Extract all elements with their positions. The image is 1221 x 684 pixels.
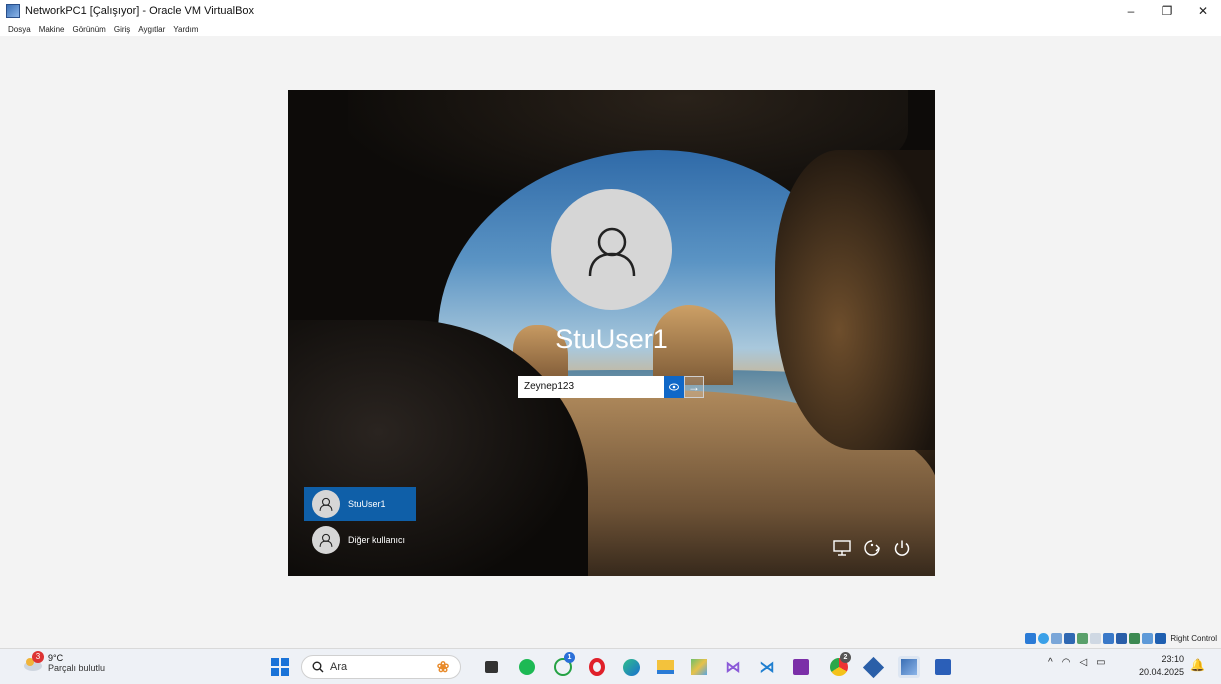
- login-bottom-icons: [827, 537, 917, 559]
- search-icon: [312, 661, 324, 673]
- spotify-icon[interactable]: [516, 656, 538, 678]
- user-avatar-large: [551, 189, 672, 310]
- optical-drive-icon[interactable]: [1038, 632, 1050, 644]
- menu-giris[interactable]: Giriş: [114, 25, 130, 34]
- start-tile: [281, 658, 289, 666]
- battery-icon[interactable]: ▭: [1096, 657, 1105, 668]
- menubar: Dosya Makine Görünüm Giriş Aygıtlar Yard…: [0, 22, 1221, 36]
- taskbar-clock[interactable]: 23:10 20.04.2025: [1136, 653, 1184, 679]
- network-icon[interactable]: [827, 537, 857, 559]
- onenote-icon[interactable]: [790, 656, 812, 678]
- submit-button[interactable]: →: [684, 376, 704, 398]
- word-icon[interactable]: [932, 656, 954, 678]
- weather-badge: 3: [32, 651, 44, 663]
- host-key-label: Right Control: [1170, 633, 1217, 643]
- window-titlebar: NetworkPC1 [Çalışıyor] - Oracle VM Virtu…: [0, 0, 1221, 22]
- edge-icon[interactable]: [620, 656, 642, 678]
- system-tray: ^ ◠ ◁ ▭: [1048, 657, 1115, 668]
- menu-dosya[interactable]: Dosya: [8, 25, 31, 34]
- hard-disk-icon[interactable]: [1025, 632, 1037, 644]
- restore-button[interactable]: ❐: [1149, 0, 1185, 22]
- shared-folders-icon[interactable]: [1090, 632, 1102, 644]
- chevron-up-icon[interactable]: ^: [1048, 657, 1053, 668]
- user-tile-label: Diğer kullanıcı: [348, 535, 406, 545]
- vscode-icon[interactable]: ⋊: [756, 656, 778, 678]
- start-tile: [281, 668, 289, 676]
- chrome-icon[interactable]: 2: [828, 652, 851, 678]
- user-tile-other-user[interactable]: Diğer kullanıcı: [304, 523, 416, 557]
- weather-condition: Parçalı bulutlu: [48, 663, 106, 673]
- user-tile-stuuser1[interactable]: StuUser1: [304, 487, 416, 521]
- window-controls: – ❐ ✕: [1113, 0, 1221, 22]
- vm-status-bar: Right Control: [1025, 630, 1217, 646]
- accessibility-icon[interactable]: [857, 537, 887, 559]
- virtualbox-app-icon[interactable]: [862, 656, 884, 678]
- weather-temp: 9°C: [48, 653, 64, 663]
- user-tile-label: StuUser1: [348, 499, 386, 509]
- reveal-password-button[interactable]: [664, 376, 684, 398]
- notification-bell-icon[interactable]: 🔔: [1190, 658, 1205, 672]
- search-placeholder: Ara: [330, 661, 348, 673]
- whatsapp-icon[interactable]: 1: [552, 652, 575, 678]
- network-adapter-icon[interactable]: [1064, 632, 1076, 644]
- cpu-icon[interactable]: [1129, 632, 1141, 644]
- start-tile: [271, 658, 279, 666]
- clock-date: 20.04.2025: [1138, 667, 1184, 677]
- weather-icon: 3: [22, 651, 44, 673]
- menu-yardim[interactable]: Yardım: [173, 25, 198, 34]
- weather-widget[interactable]: 3 9°C Parçalı bulutlu: [22, 651, 106, 673]
- window-title: NetworkPC1 [Çalışıyor] - Oracle VM Virtu…: [25, 5, 255, 17]
- user-avatar-icon: [312, 526, 340, 554]
- audio-icon[interactable]: [1051, 632, 1063, 644]
- chrome-badge: 2: [840, 652, 851, 663]
- networkpc1-vm-icon[interactable]: [898, 656, 920, 678]
- clock-time: 23:10: [1161, 654, 1184, 664]
- eye-icon: [669, 383, 679, 391]
- wifi-icon[interactable]: ◠: [1062, 657, 1071, 668]
- visual-studio-icon[interactable]: ⋈: [722, 656, 744, 678]
- display-icon[interactable]: [1103, 632, 1115, 644]
- photos-icon[interactable]: [688, 656, 710, 678]
- menu-gorunum[interactable]: Görünüm: [72, 25, 105, 34]
- start-tile: [271, 668, 279, 676]
- file-explorer-icon[interactable]: [654, 656, 676, 678]
- minimize-button[interactable]: –: [1113, 0, 1149, 22]
- user-silhouette-icon: [588, 227, 635, 276]
- opera-icon[interactable]: [586, 656, 608, 678]
- menu-makine[interactable]: Makine: [39, 25, 65, 34]
- virtualbox-icon: [6, 4, 20, 18]
- recording-icon[interactable]: [1116, 632, 1128, 644]
- close-button[interactable]: ✕: [1185, 0, 1221, 22]
- user-avatar-icon: [312, 490, 340, 518]
- login-username: StuUser1: [555, 324, 668, 354]
- task-view-icon[interactable]: [480, 656, 502, 678]
- widgets-app-icon[interactable]: ❀: [432, 656, 454, 678]
- power-icon[interactable]: [887, 537, 917, 559]
- speaker-icon[interactable]: ◁: [1079, 657, 1087, 668]
- usb-icon[interactable]: [1077, 632, 1089, 644]
- taskbar: 3 9°C Parçalı bulutlu Ara ❀ 1 ⋈ ⋊ 2 ^ ◠ …: [0, 648, 1221, 684]
- windows-login-screen[interactable]: StuUser1 Zeynep123 → StuUser1 Diğer kull…: [288, 90, 935, 576]
- cave-rock-right: [775, 150, 935, 450]
- start-button[interactable]: [271, 658, 289, 676]
- keyboard-capture-icon[interactable]: [1155, 632, 1167, 644]
- mouse-integration-icon[interactable]: [1142, 632, 1154, 644]
- menu-aygitlar[interactable]: Aygıtlar: [138, 25, 165, 34]
- whatsapp-badge: 1: [564, 652, 575, 663]
- password-row: Zeynep123 →: [518, 376, 704, 398]
- password-input[interactable]: Zeynep123: [518, 376, 664, 398]
